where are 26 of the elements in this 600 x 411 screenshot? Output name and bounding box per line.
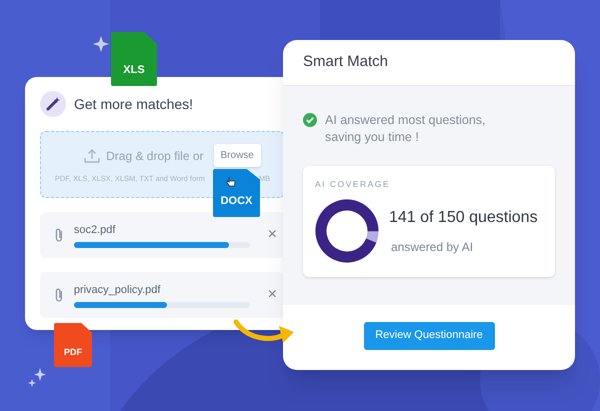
status-message: AI answered most questions, saving you time ! <box>325 112 486 146</box>
hand-cursor-icon <box>226 176 236 187</box>
count-caption: answered by AI <box>390 238 474 256</box>
sparkle-icon <box>28 368 48 388</box>
remove-button[interactable]: × <box>268 227 277 243</box>
card-title: Get more matches! <box>74 94 194 114</box>
paperclip-icon <box>54 287 64 303</box>
drop-prompt: Drag & drop file or <box>106 148 204 165</box>
browse-button[interactable]: Browse <box>214 144 261 168</box>
file-type-tile: DOCX <box>213 169 260 217</box>
paperclip-icon <box>54 227 64 243</box>
remove-button[interactable]: × <box>268 287 277 303</box>
question-count: 141 of 150 questions <box>389 208 538 228</box>
file-name: privacy_policy.pdf <box>74 282 162 296</box>
curved-arrow <box>233 318 295 344</box>
card-title: Smart Match <box>303 52 388 72</box>
check-circle-icon <box>303 113 317 127</box>
upload-icon <box>84 148 100 163</box>
section-label: AI COVERAGE <box>315 178 392 191</box>
file-name: soc2.pdf <box>74 222 116 236</box>
review-button[interactable]: Review Questionnaire <box>364 322 494 350</box>
magic-wand-icon <box>40 91 66 117</box>
file-type-tile: XLS <box>111 32 157 86</box>
file-type-tile: PDF <box>54 323 92 367</box>
sparkle-icon <box>93 36 109 52</box>
donut-meter <box>315 198 379 263</box>
